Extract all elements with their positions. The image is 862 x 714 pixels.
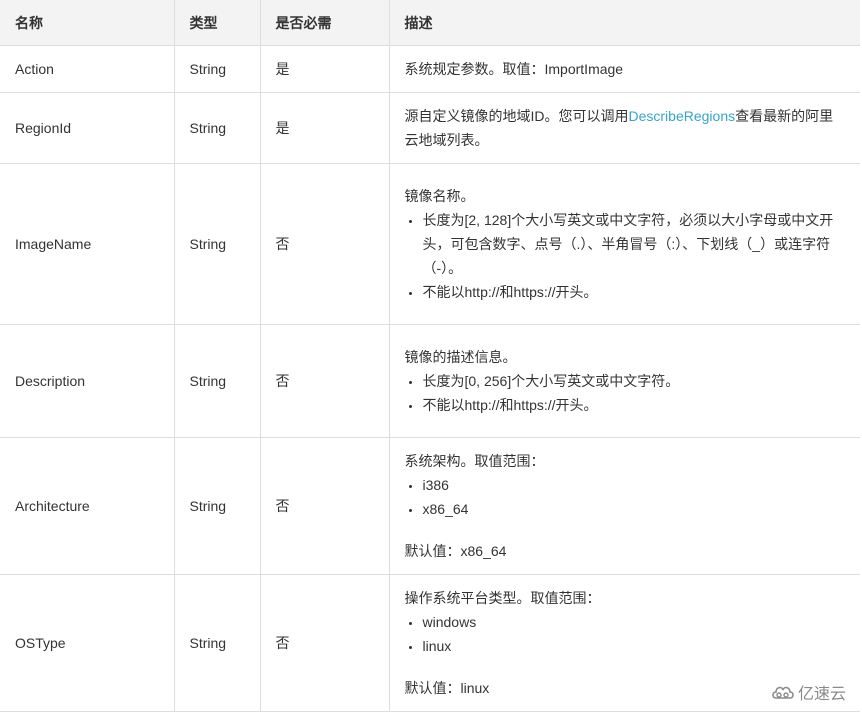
param-description: 源自定义镜像的地域ID。您可以调用DescribeRegions查看最新的阿里云… xyxy=(388,92,860,164)
bullet-list: 长度为[0, 256]个大小写英文或中文字符。 不能以http://和https… xyxy=(405,369,846,417)
param-name: Architecture xyxy=(0,437,174,575)
header-type: 类型 xyxy=(173,0,260,46)
watermark: 亿速云 xyxy=(768,680,848,704)
bullet-list: windows linux xyxy=(405,610,846,658)
description-intro: 镜像的描述信息。 xyxy=(404,349,517,365)
bullet-list: i386 x86_64 xyxy=(405,473,846,521)
description-intro: 系统架构。取值范围： xyxy=(404,453,545,469)
bullet-item: 不能以http://和https://开头。 xyxy=(422,280,846,304)
header-name: 名称 xyxy=(0,0,174,46)
param-required: 否 xyxy=(259,163,389,325)
param-type: String xyxy=(173,92,260,164)
param-description: 镜像的描述信息。 长度为[0, 256]个大小写英文或中文字符。 不能以http… xyxy=(388,324,860,438)
header-required: 是否必需 xyxy=(259,0,389,46)
param-type: String xyxy=(173,574,260,712)
table-row: Action String 是 系统规定参数。取值：ImportImage xyxy=(0,45,860,93)
param-name: ImageName xyxy=(0,163,174,325)
param-description: 系统规定参数。取值：ImportImage xyxy=(388,45,860,93)
watermark-text: 亿速云 xyxy=(797,686,846,703)
bullet-item: linux xyxy=(422,634,846,658)
bullet-item: i386 xyxy=(422,473,846,497)
parameters-table: 名称 类型 是否必需 描述 Action String 是 系统规定参数。取值：… xyxy=(0,0,860,712)
param-required: 是 xyxy=(259,92,389,164)
table-row: ImageName String 否 镜像名称。 长度为[2, 128]个大小写… xyxy=(0,163,860,325)
bullet-list: 长度为[2, 128]个大小写英文或中文字符，必须以大小字母或中文开头，可包含数… xyxy=(405,208,846,304)
param-name: OSType xyxy=(0,574,174,712)
describe-regions-link[interactable]: DescribeRegions xyxy=(629,108,736,124)
param-name: RegionId xyxy=(0,92,174,164)
default-value: 默认值：x86_64 xyxy=(404,543,507,559)
description-intro: 操作系统平台类型。取值范围： xyxy=(404,590,601,606)
table-row: RegionId String 是 源自定义镜像的地域ID。您可以调用Descr… xyxy=(0,92,860,164)
bullet-item: x86_64 xyxy=(422,497,846,521)
param-required: 是 xyxy=(259,45,389,93)
param-type: String xyxy=(173,45,260,93)
description-text: 源自定义镜像的地域ID。您可以调用 xyxy=(404,108,629,124)
table-row: OSType String 否 操作系统平台类型。取值范围： windows l… xyxy=(0,574,860,712)
bullet-item: 长度为[0, 256]个大小写英文或中文字符。 xyxy=(422,369,846,393)
param-description: 镜像名称。 长度为[2, 128]个大小写英文或中文字符，必须以大小字母或中文开… xyxy=(388,163,860,325)
bullet-item: windows xyxy=(422,610,846,634)
bullet-item: 不能以http://和https://开头。 xyxy=(422,393,846,417)
param-required: 否 xyxy=(259,574,389,712)
header-description: 描述 xyxy=(388,0,860,46)
table-header: 名称 类型 是否必需 描述 xyxy=(0,0,860,46)
param-type: String xyxy=(173,324,260,438)
table-row: Description String 否 镜像的描述信息。 长度为[0, 256… xyxy=(0,324,860,438)
param-name: Action xyxy=(0,45,174,93)
bullet-item: 长度为[2, 128]个大小写英文或中文字符，必须以大小字母或中文开头，可包含数… xyxy=(422,208,846,280)
param-required: 否 xyxy=(259,437,389,575)
cloud-logo-icon xyxy=(772,686,794,699)
table-row: Architecture String 否 系统架构。取值范围： i386 x8… xyxy=(0,437,860,575)
param-type: String xyxy=(173,437,260,575)
param-type: String xyxy=(173,163,260,325)
param-description: 系统架构。取值范围： i386 x86_64 默认值：x86_64 xyxy=(388,437,860,575)
description-intro: 镜像名称。 xyxy=(404,188,475,204)
param-required: 否 xyxy=(259,324,389,438)
param-name: Description xyxy=(0,324,174,438)
